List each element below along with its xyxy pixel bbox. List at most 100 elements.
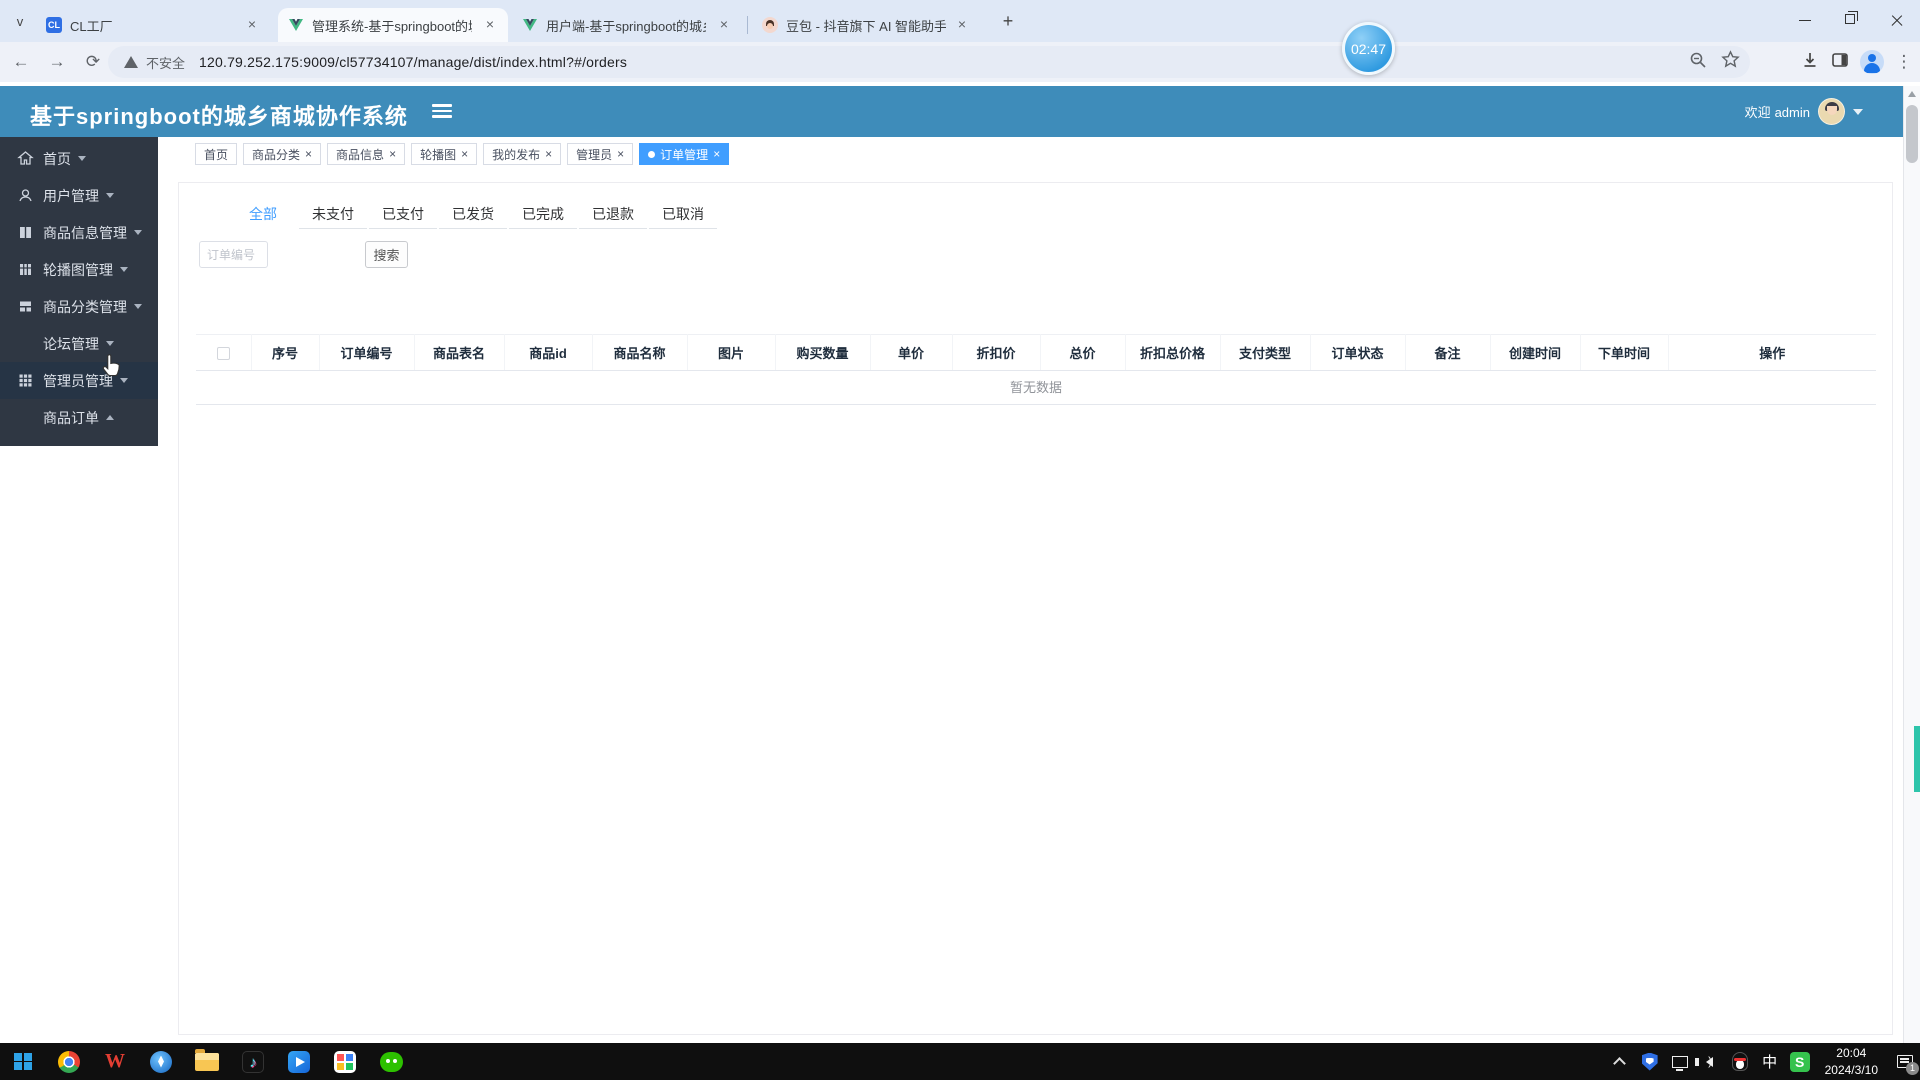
chevron-down-icon: [106, 341, 114, 346]
tag-close-icon[interactable]: ×: [461, 148, 468, 160]
reload-icon[interactable]: ⟳: [78, 47, 108, 77]
forward-icon[interactable]: →: [42, 47, 72, 77]
chevron-down-icon: [1853, 108, 1863, 115]
bookmark-star-icon[interactable]: [1721, 50, 1740, 74]
tag-close-icon[interactable]: ×: [389, 148, 396, 160]
tag-order-management[interactable]: 订单管理 ×: [639, 143, 730, 165]
filter-tab-shipped[interactable]: 已发货: [439, 199, 507, 229]
sidebar-toggle-icon[interactable]: [432, 104, 452, 120]
search-button[interactable]: 搜索: [365, 241, 408, 268]
scrollbar-up-arrow-icon[interactable]: [1908, 91, 1916, 97]
filter-tab-cancelled[interactable]: 已取消: [649, 199, 717, 229]
goods-icon: [17, 224, 34, 241]
tag-close-icon[interactable]: ×: [305, 148, 312, 160]
browser-tab-user[interactable]: 用户端-基于springboot的城乡 ×: [512, 8, 742, 42]
zoom-icon[interactable]: [1689, 51, 1707, 74]
sidebar-item-admin[interactable]: 管理员管理: [0, 362, 158, 399]
taskbar-browser-icon[interactable]: [138, 1043, 184, 1080]
side-panel-icon[interactable]: [1830, 50, 1850, 75]
tab-close-icon[interactable]: ×: [482, 17, 498, 33]
taskbar-chrome-icon[interactable]: [46, 1043, 92, 1080]
taskbar-appstore-icon[interactable]: [322, 1043, 368, 1080]
tab-close-icon[interactable]: ×: [244, 17, 260, 33]
tag-close-icon[interactable]: ×: [713, 148, 720, 160]
tab-separator: [747, 16, 748, 34]
col-goods-table: 商品表名: [414, 334, 505, 371]
screen-recorder-timer[interactable]: 02:47: [1342, 22, 1395, 75]
start-button[interactable]: [0, 1043, 46, 1080]
tag-my-posts[interactable]: 我的发布 ×: [483, 143, 562, 165]
active-dot-icon: [648, 150, 656, 158]
taskbar-player-icon[interactable]: [276, 1043, 322, 1080]
tag-close-icon[interactable]: ×: [545, 148, 552, 160]
taskbar-wechat-icon[interactable]: [368, 1043, 414, 1080]
username: admin: [1774, 105, 1810, 120]
taskbar-wps-icon[interactable]: W: [92, 1043, 138, 1080]
ime-indicator[interactable]: 中: [1757, 1043, 1783, 1080]
back-icon[interactable]: ←: [6, 47, 36, 77]
col-index: 序号: [251, 334, 320, 371]
filter-tab-completed[interactable]: 已完成: [509, 199, 577, 229]
security-label[interactable]: 不安全: [146, 53, 185, 72]
col-image: 图片: [687, 334, 776, 371]
user-menu[interactable]: 欢迎 admin: [1745, 86, 1863, 137]
close-button[interactable]: [1874, 0, 1920, 40]
browser-tab-doubao[interactable]: 豆包 - 抖音旗下 AI 智能助手 ×: [752, 8, 980, 42]
tray-network-icon[interactable]: [1667, 1043, 1693, 1080]
col-actions: 操作: [1668, 334, 1876, 371]
filter-tab-paid[interactable]: 已支付: [369, 199, 437, 229]
browser-menu-icon[interactable]: ⋮: [1894, 47, 1914, 77]
tag-admin[interactable]: 管理员 ×: [567, 143, 634, 165]
table-header-row: 序号 订单编号 商品表名 商品id 商品名称 图片 购买数量 单价 折扣价 总价…: [196, 334, 1876, 371]
restore-button[interactable]: [1828, 0, 1874, 40]
url-text[interactable]: 120.79.252.175:9009/cl57734107/manage/di…: [199, 54, 627, 70]
browser-tab-manage[interactable]: 管理系统-基于springboot的城 ×: [278, 8, 508, 42]
new-tab-button[interactable]: +: [996, 10, 1020, 34]
sidebar-item-orders[interactable]: 商品订单: [0, 399, 158, 436]
select-all-checkbox[interactable]: [216, 347, 230, 361]
tag-goods-category[interactable]: 商品分类 ×: [243, 143, 322, 165]
order-number-input[interactable]: [199, 241, 268, 268]
tagbar: 首页 商品分类 × 商品信息 × 轮播图 × 我的发布 × 管理员 × 订单管理…: [158, 140, 1903, 168]
main-content: 首页 商品分类 × 商品信息 × 轮播图 × 我的发布 × 管理员 × 订单管理…: [158, 137, 1903, 1043]
tab-search-chevron-icon[interactable]: v: [10, 12, 30, 32]
address-bar[interactable]: 不安全 120.79.252.175:9009/cl57734107/manag…: [108, 46, 1750, 78]
browser-profile-icon[interactable]: [1860, 50, 1884, 74]
col-create-time: 创建时间: [1490, 334, 1581, 371]
clock-time: 20:04: [1836, 1045, 1867, 1060]
tray-expand-icon[interactable]: [1607, 1043, 1633, 1080]
taskbar-clock[interactable]: 20:04 2024/3/10: [1825, 1045, 1878, 1079]
browser-tab-clgc[interactable]: CL CL工厂 ×: [36, 8, 270, 42]
col-order-time: 下单时间: [1580, 334, 1669, 371]
download-icon[interactable]: [1800, 50, 1820, 75]
tag-close-icon[interactable]: ×: [617, 148, 624, 160]
page-scrollbar[interactable]: [1903, 86, 1920, 1043]
sidebar-item-goods-info[interactable]: 商品信息管理: [0, 214, 158, 251]
tag-home[interactable]: 首页: [195, 143, 238, 165]
orders-panel: 全部 未支付 已支付 已发货 已完成 已退款 已取消 搜索 序号: [178, 182, 1893, 1035]
notification-center-icon[interactable]: 1: [1890, 1043, 1920, 1080]
sidebar-item-users[interactable]: 用户管理: [0, 177, 158, 214]
sidebar-item-category[interactable]: 商品分类管理: [0, 288, 158, 325]
filter-tab-all[interactable]: 全部: [229, 199, 297, 229]
tray-qq-icon[interactable]: [1727, 1043, 1753, 1080]
filter-tab-unpaid[interactable]: 未支付: [299, 199, 367, 229]
tray-sogou-icon[interactable]: S: [1787, 1043, 1813, 1080]
taskbar-douyin-icon[interactable]: ♪: [230, 1043, 276, 1080]
tag-goods-info[interactable]: 商品信息 ×: [327, 143, 406, 165]
user-avatar[interactable]: [1818, 98, 1845, 125]
sidebar-item-carousel[interactable]: 轮播图管理: [0, 251, 158, 288]
tab-close-icon[interactable]: ×: [716, 17, 732, 33]
tab-close-icon[interactable]: ×: [954, 17, 970, 33]
filter-tab-refunded[interactable]: 已退款: [579, 199, 647, 229]
tag-carousel[interactable]: 轮播图 ×: [411, 143, 478, 165]
window-controls: [1782, 0, 1920, 40]
sidebar-item-forum[interactable]: 论坛管理: [0, 325, 158, 362]
scrollbar-thumb[interactable]: [1906, 105, 1918, 163]
taskbar-explorer-icon[interactable]: [184, 1043, 230, 1080]
col-remark: 备注: [1405, 334, 1491, 371]
minimize-button[interactable]: [1782, 0, 1828, 40]
tray-shield-icon[interactable]: [1637, 1043, 1663, 1080]
tray-volume-icon[interactable]: [1695, 1043, 1723, 1080]
sidebar-item-home[interactable]: 首页: [0, 140, 158, 177]
